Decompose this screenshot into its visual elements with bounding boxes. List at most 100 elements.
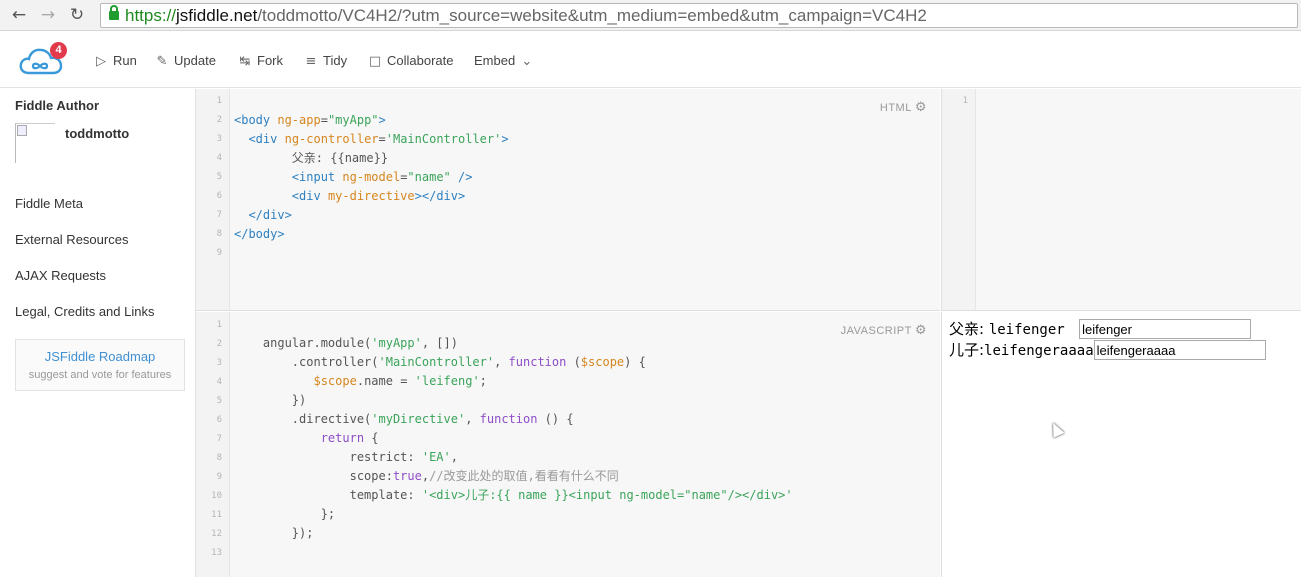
line-number: 2 (216, 339, 222, 349)
parent-name-input[interactable] (1079, 319, 1252, 339)
html-label-text: HTML (879, 102, 912, 114)
line-number: 1 (216, 320, 222, 330)
sidebar-item-legal[interactable]: Legal, Credits and Links (15, 304, 154, 319)
forward-arrow-icon[interactable]: → (37, 4, 59, 26)
update-button[interactable]: ✎ Update (154, 50, 216, 72)
parent-label: 父亲: (949, 320, 989, 338)
roadmap-title[interactable]: JSFiddle Roadmap (16, 349, 184, 364)
roadmap-subtitle: suggest and vote for features (28, 369, 172, 381)
url-path: /toddmotto/VC4H2/?utm_source=website&utm… (257, 6, 927, 25)
code-line: <input ng-model="name" /> (291, 170, 473, 184)
code-line: scope:true,//改变此处的取值,看看有什么不同 (234, 469, 619, 483)
sidebar-item-fiddle-meta[interactable]: Fiddle Meta (15, 196, 83, 211)
collaborate-button[interactable]: □ Collaborate (367, 50, 454, 72)
code-line: </body> (234, 227, 285, 241)
code-line: .controller('MainController', function (… (234, 355, 646, 369)
run-button[interactable]: ▷ Run (93, 50, 137, 72)
line-number: 3 (216, 134, 222, 144)
line-number: 1 (962, 96, 968, 106)
pencil-icon: ✎ (156, 54, 168, 69)
sidebar-item-ajax-requests[interactable]: AJAX Requests (15, 268, 106, 283)
fiddle-author-heading: Fiddle Author (15, 98, 100, 113)
code-line: }); (234, 526, 314, 540)
code-line: $scope.name = 'leifeng'; (313, 374, 487, 388)
line-number: 7 (216, 434, 222, 444)
result-pane[interactable]: 父亲: leifenger 儿子:leifengeraaaa (941, 312, 1301, 577)
line-number: 4 (216, 153, 222, 163)
line-gutter: 1 2 3 4 5 6 7 8 9 10 11 12 13 (196, 312, 230, 577)
collaborate-label: Collaborate (387, 53, 454, 68)
chevron-down-icon: ⌄ (521, 54, 533, 69)
roadmap-box[interactable]: JSFiddle Roadmap suggest and vote for fe… (15, 339, 185, 391)
browser-address-bar: ← → ↻ https://jsfiddle.net/toddmotto/VC4… (0, 0, 1301, 31)
line-number: 10 (211, 491, 222, 501)
line-number: 6 (216, 191, 222, 201)
line-number: 2 (216, 115, 222, 125)
lock-icon (109, 5, 119, 20)
code-line: </div> (248, 208, 292, 222)
tidy-label: Tidy (323, 53, 348, 68)
line-number: 7 (216, 210, 222, 220)
javascript-panel-label[interactable]: JAVASCRIPT ⚙ (841, 323, 927, 338)
line-number: 4 (216, 377, 222, 387)
line-number: 5 (216, 172, 222, 182)
parent-row: 父亲: leifenger (949, 319, 1252, 341)
css-editor-panel[interactable]: 1 (941, 89, 1301, 311)
code-line: angular.module('myApp', []) (234, 336, 458, 350)
line-number: 1 (216, 96, 222, 106)
line-gutter: 1 2 3 4 5 6 7 8 9 (196, 89, 230, 310)
chat-icon: □ (368, 54, 382, 69)
line-number: 9 (216, 248, 222, 258)
embed-label: Embed (474, 53, 516, 68)
fiddle-toolbar: 4 ▷ Run ✎ Update ↹ Fork ≡ Tidy □ Collaborate … (0, 32, 1301, 88)
back-arrow-icon[interactable]: ← (8, 4, 30, 26)
reload-icon[interactable]: ↻ (66, 4, 88, 26)
run-label: Run (113, 53, 137, 68)
code-line: <body ng-app="myApp"> (234, 113, 386, 127)
child-label: 儿子: (949, 341, 985, 359)
line-number: 11 (211, 510, 222, 520)
code-line: }; (234, 507, 336, 521)
gear-icon[interactable]: ⚙ (915, 323, 927, 338)
code-line: 父亲: {{name}} (234, 151, 389, 165)
html-editor-panel[interactable]: 1 2 3 4 5 6 7 8 9 HTML ⚙ <body ng-app="my… (196, 89, 940, 311)
line-number: 13 (211, 548, 222, 558)
child-name-input[interactable] (1093, 340, 1266, 360)
code-line: }) (234, 393, 307, 407)
update-label: Update (174, 53, 216, 68)
line-number: 6 (216, 415, 222, 425)
line-number: 3 (216, 358, 222, 368)
gear-icon[interactable]: ⚙ (915, 100, 927, 115)
line-gutter: 1 (942, 89, 976, 310)
notification-badge[interactable]: 4 (50, 42, 67, 59)
sidebar-item-external-resources[interactable]: External Resources (15, 232, 128, 247)
fork-icon: ↹ (239, 54, 251, 69)
fork-label: Fork (257, 53, 283, 68)
code-line: <div my-directive></div> (291, 189, 466, 203)
fork-button[interactable]: ↹ Fork (237, 50, 283, 72)
parent-value: leifenger (988, 322, 1074, 338)
url-input[interactable]: https://jsfiddle.net/toddmotto/VC4H2/?ut… (100, 3, 1298, 28)
line-number: 12 (211, 529, 222, 539)
code-line: return { (320, 431, 379, 445)
url-host: jsfiddle.net (176, 6, 258, 25)
child-value: leifengeraaaa (984, 343, 1094, 359)
play-icon: ▷ (96, 54, 106, 69)
html-panel-label[interactable]: HTML ⚙ (880, 100, 927, 115)
mouse-cursor-icon (1047, 420, 1065, 438)
code-line: template: '<div>儿子:{{ name }}<input ng-m… (234, 488, 793, 502)
code-line: <div ng-controller='MainController'> (248, 132, 509, 146)
code-line: restrict: 'EA', (234, 450, 458, 464)
author-name-link[interactable]: toddmotto (65, 126, 129, 141)
embed-button[interactable]: Embed ⌄ (474, 50, 539, 72)
line-number: 8 (216, 453, 222, 463)
line-number: 9 (216, 472, 222, 482)
javascript-label-text: JAVASCRIPT (840, 325, 912, 337)
broken-image-icon (17, 125, 27, 136)
avatar[interactable] (15, 123, 55, 163)
child-row: 儿子:leifengeraaaa (949, 340, 1266, 362)
url-text: https://jsfiddle.net/toddmotto/VC4H2/?ut… (125, 6, 927, 26)
url-scheme: https:// (125, 6, 177, 25)
tidy-button[interactable]: ≡ Tidy (303, 50, 348, 72)
javascript-editor-panel[interactable]: 1 2 3 4 5 6 7 8 9 10 11 12 13 JAVASCRIPT… (196, 312, 940, 577)
